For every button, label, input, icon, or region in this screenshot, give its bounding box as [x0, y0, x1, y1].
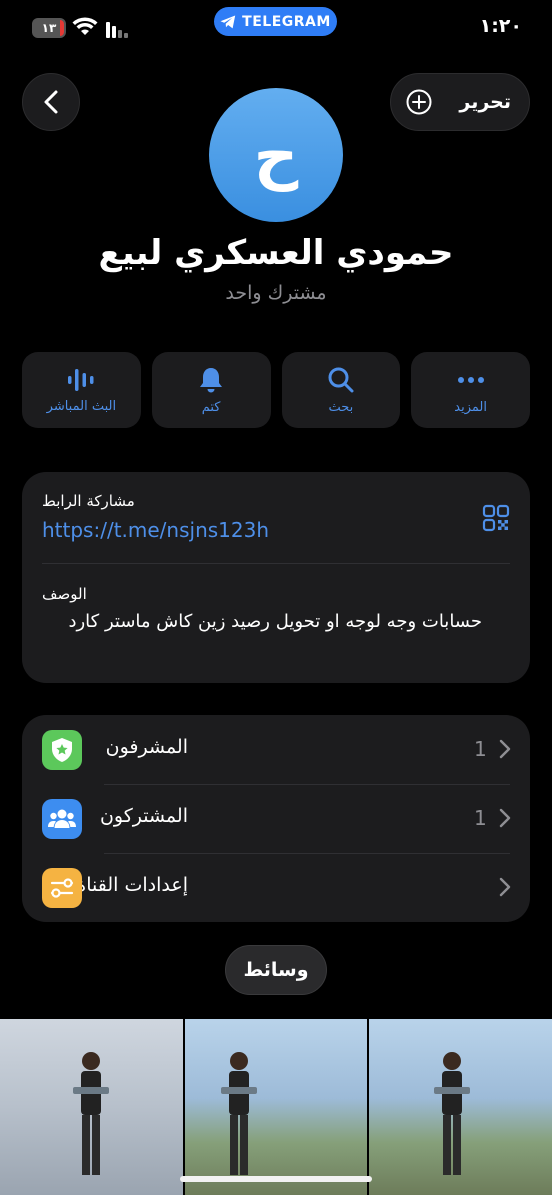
share-link-label: مشاركة الرابط [42, 492, 135, 510]
search-icon [328, 367, 354, 392]
chevron-right-icon [499, 808, 511, 828]
more-label: المزيد [454, 399, 487, 415]
add-circle-icon [406, 89, 432, 115]
settings-sliders-icon [42, 868, 82, 908]
live-stream-label: البث المباشر [46, 398, 117, 414]
status-time: ١:٢٠ [479, 15, 522, 37]
channel-avatar[interactable]: ح [209, 88, 343, 222]
media-grid [0, 1019, 552, 1195]
telegram-icon [220, 15, 236, 28]
search-button[interactable]: بحث [281, 352, 401, 428]
battery-indicator: ١٣ [32, 18, 66, 38]
home-indicator [180, 1176, 372, 1182]
admins-label: المشرفون [105, 736, 188, 758]
search-label: بحث [328, 399, 354, 415]
media-thumbnail[interactable] [369, 1019, 552, 1195]
list-item-subscribers[interactable]: 1 المشتركون [22, 784, 530, 853]
live-stream-icon [68, 368, 94, 391]
signal-icon [106, 22, 128, 38]
action-bar: البث المباشر كتم بحث المزيد [22, 352, 530, 428]
channel-link[interactable]: https://t.me/nsjns123h [42, 518, 269, 542]
status-bar: ١٣ TELEGRAM ١:٢٠ [0, 0, 552, 52]
list-item-admins[interactable]: 1 المشرفون [22, 715, 530, 784]
telegram-badge-label: TELEGRAM [242, 13, 331, 30]
more-icon [457, 376, 484, 383]
bell-icon [200, 367, 223, 392]
channel-info-card: مشاركة الرابط https://t.me/nsjns123h الو… [22, 472, 530, 683]
admin-shield-icon [42, 730, 82, 770]
subscribers-icon [42, 799, 82, 839]
media-tab[interactable]: وسائط [225, 945, 327, 995]
more-button[interactable]: المزيد [411, 352, 530, 428]
list-item-channel-settings[interactable]: إعدادات القناة [22, 853, 530, 922]
subscribers-label: المشتركون [99, 805, 188, 827]
channel-management-list: 1 المشرفون 1 المشتركون إعدادات القناة [22, 715, 530, 922]
channel-settings-label: إعدادات القناة [76, 874, 188, 896]
subscriber-count: مشترك واحد [225, 282, 327, 304]
telegram-badge[interactable]: TELEGRAM [214, 7, 337, 36]
edit-button-label: تحرير [459, 91, 511, 113]
info-divider [42, 563, 510, 564]
chevron-right-icon [499, 877, 511, 897]
description-label: الوصف [42, 585, 87, 603]
character-figure [433, 1052, 470, 1175]
live-stream-button[interactable]: البث المباشر [22, 352, 141, 428]
mute-label: كتم [201, 399, 221, 415]
chevron-left-icon [44, 90, 58, 114]
channel-name: حمودي العسكري لبيع [98, 233, 454, 273]
media-thumbnail[interactable] [0, 1019, 183, 1195]
subscribers-count: 1 [474, 806, 487, 830]
edit-button[interactable]: تحرير [390, 73, 530, 131]
admins-count: 1 [474, 737, 487, 761]
wifi-icon [72, 17, 98, 35]
character-figure [73, 1052, 110, 1175]
channel-description: حسابات وجه لوجه او تحويل رصيد زين كاش ما… [68, 611, 482, 632]
chevron-right-icon [499, 739, 511, 759]
media-thumbnail[interactable] [184, 1019, 368, 1195]
mute-button[interactable]: كتم [151, 352, 271, 428]
character-figure [221, 1052, 258, 1175]
qr-code-icon[interactable] [482, 504, 510, 532]
back-button[interactable] [22, 73, 80, 131]
